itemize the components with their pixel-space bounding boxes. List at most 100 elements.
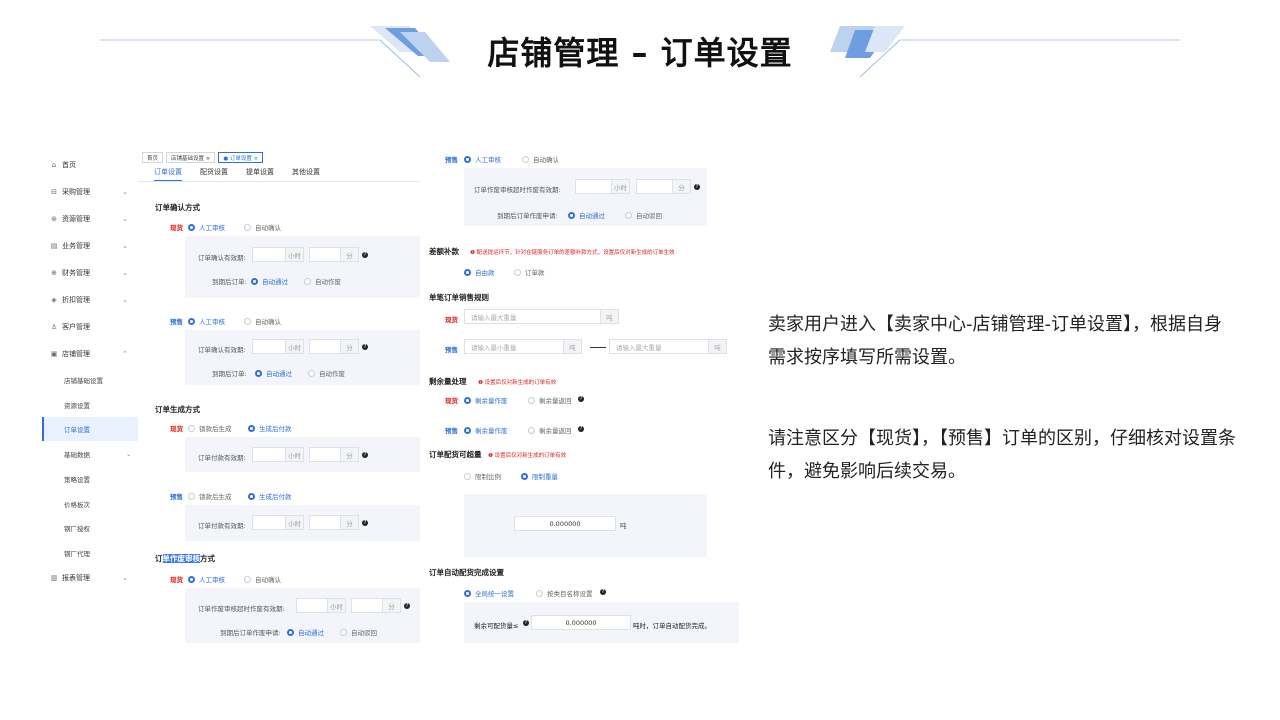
radio-generate-then-pay[interactable]: 生成后付款 — [248, 491, 292, 501]
tab-other-settings[interactable]: 其他设置 — [292, 167, 320, 181]
sidebar-item-customer[interactable]: ♙ 客户管理 — [50, 320, 134, 334]
radio-lock-then-generate[interactable]: 锁款后生成 — [188, 423, 232, 433]
confirm-minutes-input[interactable]: 分 — [309, 339, 359, 354]
max-weight-input[interactable]: 请输入最大重量 吨 — [609, 339, 727, 354]
unit-label: 吨 — [708, 340, 726, 353]
confirm-minutes-input[interactable]: 分 — [309, 247, 359, 262]
min-weight-input[interactable]: 请输入最小重量 吨 — [464, 339, 582, 354]
radio-auto-pass[interactable]: 自动通过 — [568, 210, 605, 220]
sidebar-item-business[interactable]: ▤ 业务管理 ⌄ — [50, 239, 134, 253]
help-icon[interactable]: ? — [523, 620, 529, 626]
radio-auto-void[interactable]: 自动作废 — [308, 368, 345, 378]
help-icon[interactable]: ? — [404, 603, 410, 609]
radio-manual-review[interactable]: 人工审核 — [464, 154, 501, 164]
confirm-hours-input[interactable]: 小时 — [252, 339, 304, 354]
help-icon[interactable]: ? — [362, 344, 368, 350]
sidebar-subitem-resource-settings[interactable]: 资源设置 — [64, 398, 90, 412]
section-title-diff: 差额补款 — [429, 247, 459, 256]
radio-remain-void[interactable]: 剩余量作废 — [464, 425, 508, 435]
page-tab-store-basic[interactable]: 店铺基础设置 × — [166, 152, 216, 163]
sidebar-subitem-strategy[interactable]: 策略设置 — [64, 472, 90, 486]
radio-order-payment[interactable]: 订单款 — [514, 267, 545, 277]
void-hours-input[interactable]: 小时 — [296, 598, 346, 613]
help-icon[interactable]: ? — [362, 252, 368, 258]
help-icon[interactable]: ? — [600, 589, 606, 595]
sidebar-subitem-order-settings[interactable]: 订单设置 — [64, 422, 90, 436]
help-icon[interactable]: ? — [578, 396, 584, 402]
void-valid-label: 订单作废审核超时作废有效期: — [198, 605, 285, 613]
pay-hours-input[interactable]: 小时 — [252, 515, 304, 530]
radio-auto-confirm[interactable]: 自动确认 — [244, 316, 281, 326]
spot-tag: 现货 — [445, 316, 458, 324]
help-icon[interactable]: ? — [578, 426, 584, 432]
presale-tag: 预售 — [170, 318, 183, 326]
sidebar-subitem-basic-data[interactable]: 基础数据 ⌄ — [64, 447, 134, 461]
radio-free-payment[interactable]: 自由款 — [464, 267, 495, 277]
sidebar-item-finance[interactable]: ⊕ 财务管理 ⌄ — [50, 266, 134, 280]
sidebar-subitem-price-batch[interactable]: 价格板次 — [64, 497, 90, 511]
help-icon[interactable]: ? — [362, 452, 368, 458]
radio-remain-void[interactable]: 剩余量作废 — [464, 395, 508, 405]
radio-dot — [188, 317, 195, 325]
radio-auto-confirm[interactable]: 自动确认 — [244, 574, 281, 584]
radio-remain-return[interactable]: 剩余量返回 — [528, 395, 572, 405]
page-tab-order-settings[interactable]: ● 订单设置 × — [218, 152, 264, 163]
help-icon[interactable]: ? — [362, 520, 368, 526]
over-hint: ❶ 设置后仅对新生成的订单有效 — [488, 453, 567, 459]
sidebar-subitem-store-basic[interactable]: 店铺基础设置 — [64, 373, 103, 387]
sidebar-item-store[interactable]: ▣ 店铺管理 ⌃ — [50, 347, 134, 361]
tab-bill-settings[interactable]: 提单设置 — [246, 167, 274, 181]
pay-minutes-input[interactable]: 分 — [309, 447, 359, 462]
overfill-weight-input[interactable]: 0.000000 — [514, 516, 616, 531]
radio-auto-reject[interactable]: 自动驳回 — [340, 627, 377, 637]
radio-manual-review[interactable]: 人工审核 — [188, 222, 225, 232]
void-minutes-input[interactable]: 分 — [636, 179, 691, 194]
radio-lock-then-generate[interactable]: 锁款后生成 — [188, 491, 232, 501]
tab-order-settings[interactable]: 订单设置 — [154, 167, 182, 181]
radio-limit-ratio[interactable]: 限制比例 — [464, 471, 501, 481]
void-hours-input[interactable]: 小时 — [575, 179, 630, 194]
radio-dot — [188, 424, 195, 432]
radio-manual-review[interactable]: 人工审核 — [188, 316, 225, 326]
sidebar-item-purchase[interactable]: ⊟ 采购管理 ⌄ — [50, 185, 134, 199]
sidebar-item-discount[interactable]: ◈ 折扣管理 ⌄ — [50, 293, 134, 307]
page-tabs: 首页 店铺基础设置 × ● 订单设置 × — [142, 152, 264, 164]
sidebar-item-resource[interactable]: ⊛ 资源管理 ⌄ — [50, 212, 134, 226]
radio-auto-reject[interactable]: 自动驳回 — [625, 210, 662, 220]
section-title-void-review: 订单作废审核方式 — [155, 553, 215, 564]
radio-global-setting[interactable]: 全局统一设置 — [464, 588, 514, 598]
sidebar-item-label: 采购管理 — [62, 188, 90, 196]
remaining-qty-label: 剩余可配货量≤ — [474, 622, 519, 630]
presale-tag: 预售 — [170, 493, 183, 501]
input-placeholder: 请输入最大重量 — [616, 343, 662, 352]
help-icon[interactable]: ? — [694, 184, 700, 190]
radio-auto-pass[interactable]: 自动通过 — [255, 368, 292, 378]
remaining-qty-input[interactable]: 0.000000 — [531, 615, 631, 630]
unit-label: 小时 — [327, 599, 345, 612]
radio-label: 自动作废 — [315, 278, 341, 286]
radio-remain-return[interactable]: 剩余量返回 — [528, 425, 572, 435]
radio-generate-then-pay[interactable]: 生成后付款 — [248, 423, 292, 433]
pay-hours-input[interactable]: 小时 — [252, 447, 304, 462]
radio-dot — [528, 396, 535, 404]
pay-minutes-input[interactable]: 分 — [309, 515, 359, 530]
radio-auto-confirm[interactable]: 自动确认 — [522, 154, 559, 164]
max-weight-input[interactable]: 请输入最大重量 吨 — [464, 309, 619, 324]
radio-auto-pass[interactable]: 自动通过 — [287, 627, 324, 637]
radio-auto-void[interactable]: 自动作废 — [304, 276, 341, 286]
tab-distribution-settings[interactable]: 配货设置 — [200, 167, 228, 181]
confirm-hours-input[interactable]: 小时 — [252, 247, 304, 262]
void-minutes-input[interactable]: 分 — [351, 598, 401, 613]
radio-auto-confirm[interactable]: 自动确认 — [244, 222, 281, 232]
sidebar-item-home[interactable]: ⌂ 首页 — [50, 158, 134, 172]
radio-category-setting[interactable]: 按类目名称设置 — [536, 588, 593, 598]
radio-limit-weight[interactable]: 限制重量 — [521, 471, 558, 481]
radio-manual-review[interactable]: 人工审核 — [188, 574, 225, 584]
sidebar-subitem-mill-agent[interactable]: 钢厂代理 — [64, 546, 90, 560]
page-tab-home[interactable]: 首页 — [142, 152, 164, 163]
title-part: 订 — [155, 554, 163, 563]
sidebar-subitem-mill-auth[interactable]: 钢厂授权 — [64, 521, 90, 535]
radio-auto-pass[interactable]: 自动通过 — [251, 276, 288, 286]
sidebar-item-report[interactable]: ▥ 报表管理 ⌄ — [50, 571, 134, 585]
slide-title: 店铺管理 – 订单设置 — [487, 34, 793, 72]
